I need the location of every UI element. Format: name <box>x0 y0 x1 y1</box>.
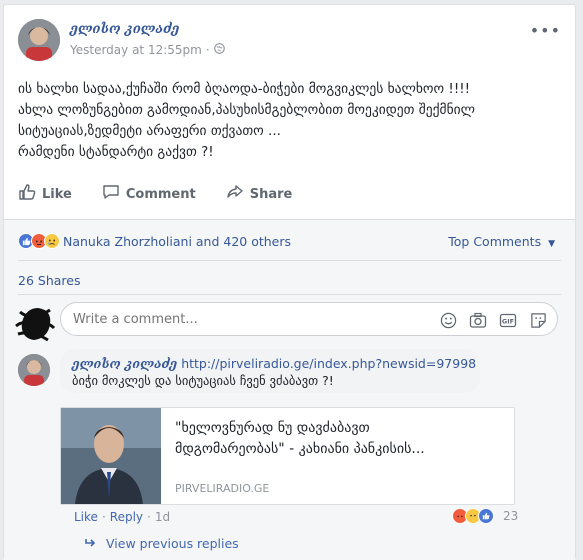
comment-label: Comment <box>125 186 196 202</box>
gif-icon[interactable]: GIF <box>499 311 517 329</box>
post-time[interactable]: Yesterday at 12:55pm <box>70 43 202 57</box>
more-options-icon[interactable]: ••• <box>530 21 561 40</box>
top-comments-label: Top Comments <box>448 234 542 249</box>
share-label: Share <box>249 186 293 202</box>
composer-icons: GIF <box>439 311 547 329</box>
comment-button[interactable]: Comment <box>102 183 196 205</box>
link-preview-domain: PIRVELIRADIO.GE <box>175 482 270 495</box>
link-preview-title[interactable]: "ხელოვნურად ნუ დავძაბავთ მდგომარეობას" -… <box>175 418 505 460</box>
share-arrow-icon <box>226 183 244 205</box>
reply-arrow-icon <box>84 536 96 551</box>
divider <box>18 260 561 261</box>
link-title-line: "ხელოვნურად ნუ დავძაბავთ <box>175 420 370 436</box>
share-button[interactable]: Share <box>226 183 293 205</box>
sticker-icon[interactable] <box>529 311 547 329</box>
meta-dot: · <box>205 43 210 57</box>
comment-first-line: ელისო კილაძე http://pirveliradio.ge/inde… <box>72 355 476 372</box>
separator-dot: · <box>101 510 106 524</box>
link-preview-card[interactable]: "ხელოვნურად ნუ დავძაბავთ მდგომარეობას" -… <box>60 407 515 505</box>
comment-actions: Like · Reply · 1d <box>74 510 170 524</box>
post-actions: Like Comment Share <box>4 177 575 211</box>
author-avatar[interactable] <box>18 19 60 61</box>
post-card: ელისო კილაძე Yesterday at 12:55pm · ••• … <box>3 4 576 560</box>
scribbled-avatar <box>14 302 58 344</box>
like-button[interactable]: Like <box>18 183 72 205</box>
commenter-avatar[interactable] <box>18 354 50 386</box>
post-author[interactable]: ელისო კილაძე <box>70 22 179 37</box>
view-previous-replies[interactable]: View previous replies <box>84 536 239 551</box>
comments-area: Nanuka Zhorzholiani and 420 others Top C… <box>4 220 575 560</box>
link-preview-image <box>61 408 161 504</box>
comment-author[interactable]: ელისო კილაძე <box>72 356 177 371</box>
caret-down-icon: ▼ <box>548 239 555 249</box>
like-reaction-icon <box>478 508 494 524</box>
comment-bubble: ელისო კილაძე http://pirveliradio.ge/inde… <box>60 349 480 393</box>
sad-reaction-icon <box>44 233 60 249</box>
separator-dot: · <box>147 510 151 524</box>
like-label: Like <box>42 186 72 202</box>
reactions-summary-text[interactable]: Nanuka Zhorzholiani and 420 others <box>63 234 291 249</box>
comment-link[interactable]: http://pirveliradio.ge/index.php?newsid=… <box>181 356 476 371</box>
emoji-icon[interactable] <box>439 311 457 329</box>
comment-composer[interactable]: GIF <box>60 302 558 336</box>
top-comments-dropdown[interactable]: Top Comments ▼ <box>448 234 555 249</box>
camera-icon[interactable] <box>469 311 487 329</box>
link-title-line: მდგომარეობას" - კახიანი პანკისის... <box>175 441 425 457</box>
comment-reaction-icons <box>452 508 494 524</box>
comment-text: ბიჭი მოკლეს და სიტუაციას ჩვენ ვძაბავთ ?! <box>72 373 334 388</box>
svg-text:GIF: GIF <box>502 317 514 325</box>
post-text-line: სიტუაციას,ზედმეტი არაფერი თქვათო ... <box>18 123 281 139</box>
post-header: ელისო კილაძე Yesterday at 12:55pm · ••• <box>18 19 565 65</box>
comment-reactions[interactable]: 23 <box>452 508 518 524</box>
reaction-icons <box>18 233 60 249</box>
comment-reaction-count: 23 <box>503 509 519 523</box>
comment-reply-link[interactable]: Reply <box>110 510 143 524</box>
globe-icon <box>213 43 225 57</box>
shares-count[interactable]: 26 Shares <box>18 273 80 288</box>
post-body: ის ხალხი სადაა,ქუჩაში რომ ბღაოდა-ბიჭები … <box>18 79 558 163</box>
post-text-line: ის ხალხი სადაა,ქუჩაში რომ ბღაოდა-ბიჭები … <box>18 81 471 97</box>
comment-input[interactable] <box>73 312 413 327</box>
view-previous-label: View previous replies <box>106 536 239 551</box>
post-text-line: რამდენი სტანდარტი გაქვთ ?! <box>18 144 214 160</box>
thumbs-up-icon <box>18 183 36 205</box>
comment-time[interactable]: 1d <box>155 510 170 524</box>
divider <box>18 294 561 295</box>
post-text-line: ახლა ლოზუნგებით გამოდიან,პასუხისმგებლობი… <box>18 102 475 118</box>
comment-like-link[interactable]: Like <box>74 510 98 524</box>
post-meta: Yesterday at 12:55pm · <box>70 43 225 57</box>
comment-icon <box>102 183 120 205</box>
